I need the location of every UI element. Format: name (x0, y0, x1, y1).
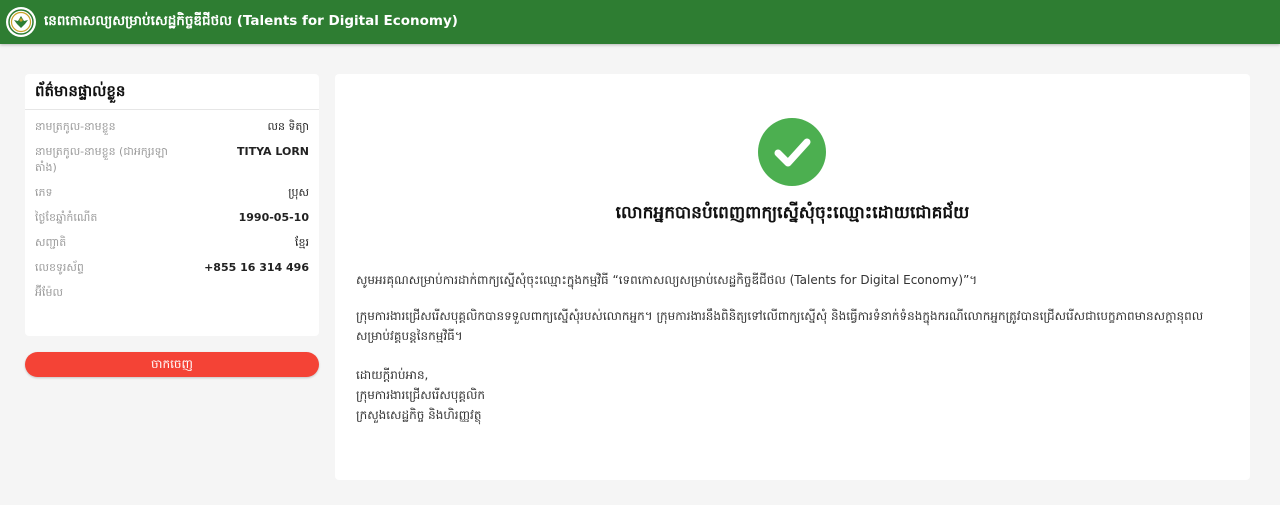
personal-info-card: ព័ត៌មានផ្ទាល់ខ្លួន នាមត្រកូល-នាមខ្លួន លន… (25, 74, 319, 336)
personal-info-list: នាមត្រកូល-នាមខ្លួន លន ទិត្យា នាមត្រកូល-ន… (25, 119, 319, 301)
info-row-nationality: សញ្ជាតិ ខ្មែរ (35, 235, 309, 251)
personal-info-title: ព័ត៌មានផ្ទាល់ខ្លួន (25, 74, 319, 110)
review-paragraph: ក្រុមការងារជ្រើសរើសបុគ្គលិកបានទទួលពាក្យស… (356, 309, 1204, 343)
top-navbar: នេពកោសល្យសម្រាប់សេដ្ឋកិច្ចឌីជីថល (Talent… (0, 0, 1280, 44)
info-row-name-latin: នាមត្រកូល-នាមខ្លួន (ជាអក្សរឡាតាំង) TITYA… (35, 144, 309, 176)
info-label: ថ្ងៃខែឆ្នាំកំណើត (35, 211, 98, 224)
info-value: លន ទិត្យា (267, 120, 309, 133)
info-label: នាមត្រកូល-នាមខ្លួន (35, 120, 116, 133)
info-label: លេខទូរស័ព្ទ (35, 261, 84, 274)
info-value: ប្រុស (288, 186, 309, 199)
app-title: នេពកោសល្យសម្រាប់សេដ្ឋកិច្ចឌីជីថល (Talent… (44, 13, 458, 29)
closing-line: ដោយក្តីរាប់អាន, (356, 368, 429, 382)
info-row-birthdate: ថ្ងៃខែឆ្នាំកំណើត 1990-05-10 (35, 210, 309, 226)
info-row-phone: លេខទូរស័ព្ទ +855 16 314 496 (35, 260, 309, 276)
signature-ministry: ក្រសួងសេដ្ឋកិច្ច និងហិរញ្ញវត្ថុ (356, 408, 482, 422)
signature-team: ក្រុមការងារជ្រើសរើសបុគ្គលិក (356, 388, 486, 402)
info-label: សញ្ជាតិ (35, 236, 67, 249)
success-title: លោកអ្នកបានបំពេញពាក្យស្នើសុំចុះឈ្មោះដោយជោ… (615, 203, 970, 223)
info-value: TITYA LORN (237, 145, 309, 158)
info-label: នាមត្រកូល-នាមខ្លួន (ជាអក្សរឡាតាំង) (35, 145, 168, 174)
info-label: អ៊ីម៉ែល (35, 286, 63, 299)
info-value: 1990-05-10 (238, 211, 309, 224)
info-value: +855 16 314 496 (204, 261, 309, 274)
info-label: ភេទ (35, 186, 53, 199)
thank-you-paragraph: សូមអរគុណសម្រាប់ការដាក់ពាក្យស្នើសុំចុះឈ្ម… (356, 273, 978, 287)
ministry-logo-icon[interactable] (6, 7, 36, 37)
info-value: ខ្មែរ (295, 236, 309, 249)
info-row-email: អ៊ីម៉ែល (35, 285, 309, 301)
info-row-name-khmer: នាមត្រកូល-នាមខ្លួន លន ទិត្យា (35, 119, 309, 135)
info-row-gender: ភេទ ប្រុស (35, 185, 309, 201)
signature-block: ដោយក្តីរាប់អាន, ក្រុមការងារជ្រើសរើសបុគ្គ… (356, 365, 1231, 425)
logout-button[interactable]: ចាកចេញ (25, 352, 319, 377)
success-card: លោកអ្នកបានបំពេញពាក្យស្នើសុំចុះឈ្មោះដោយជោ… (335, 74, 1250, 480)
check-circle-icon (758, 118, 826, 186)
